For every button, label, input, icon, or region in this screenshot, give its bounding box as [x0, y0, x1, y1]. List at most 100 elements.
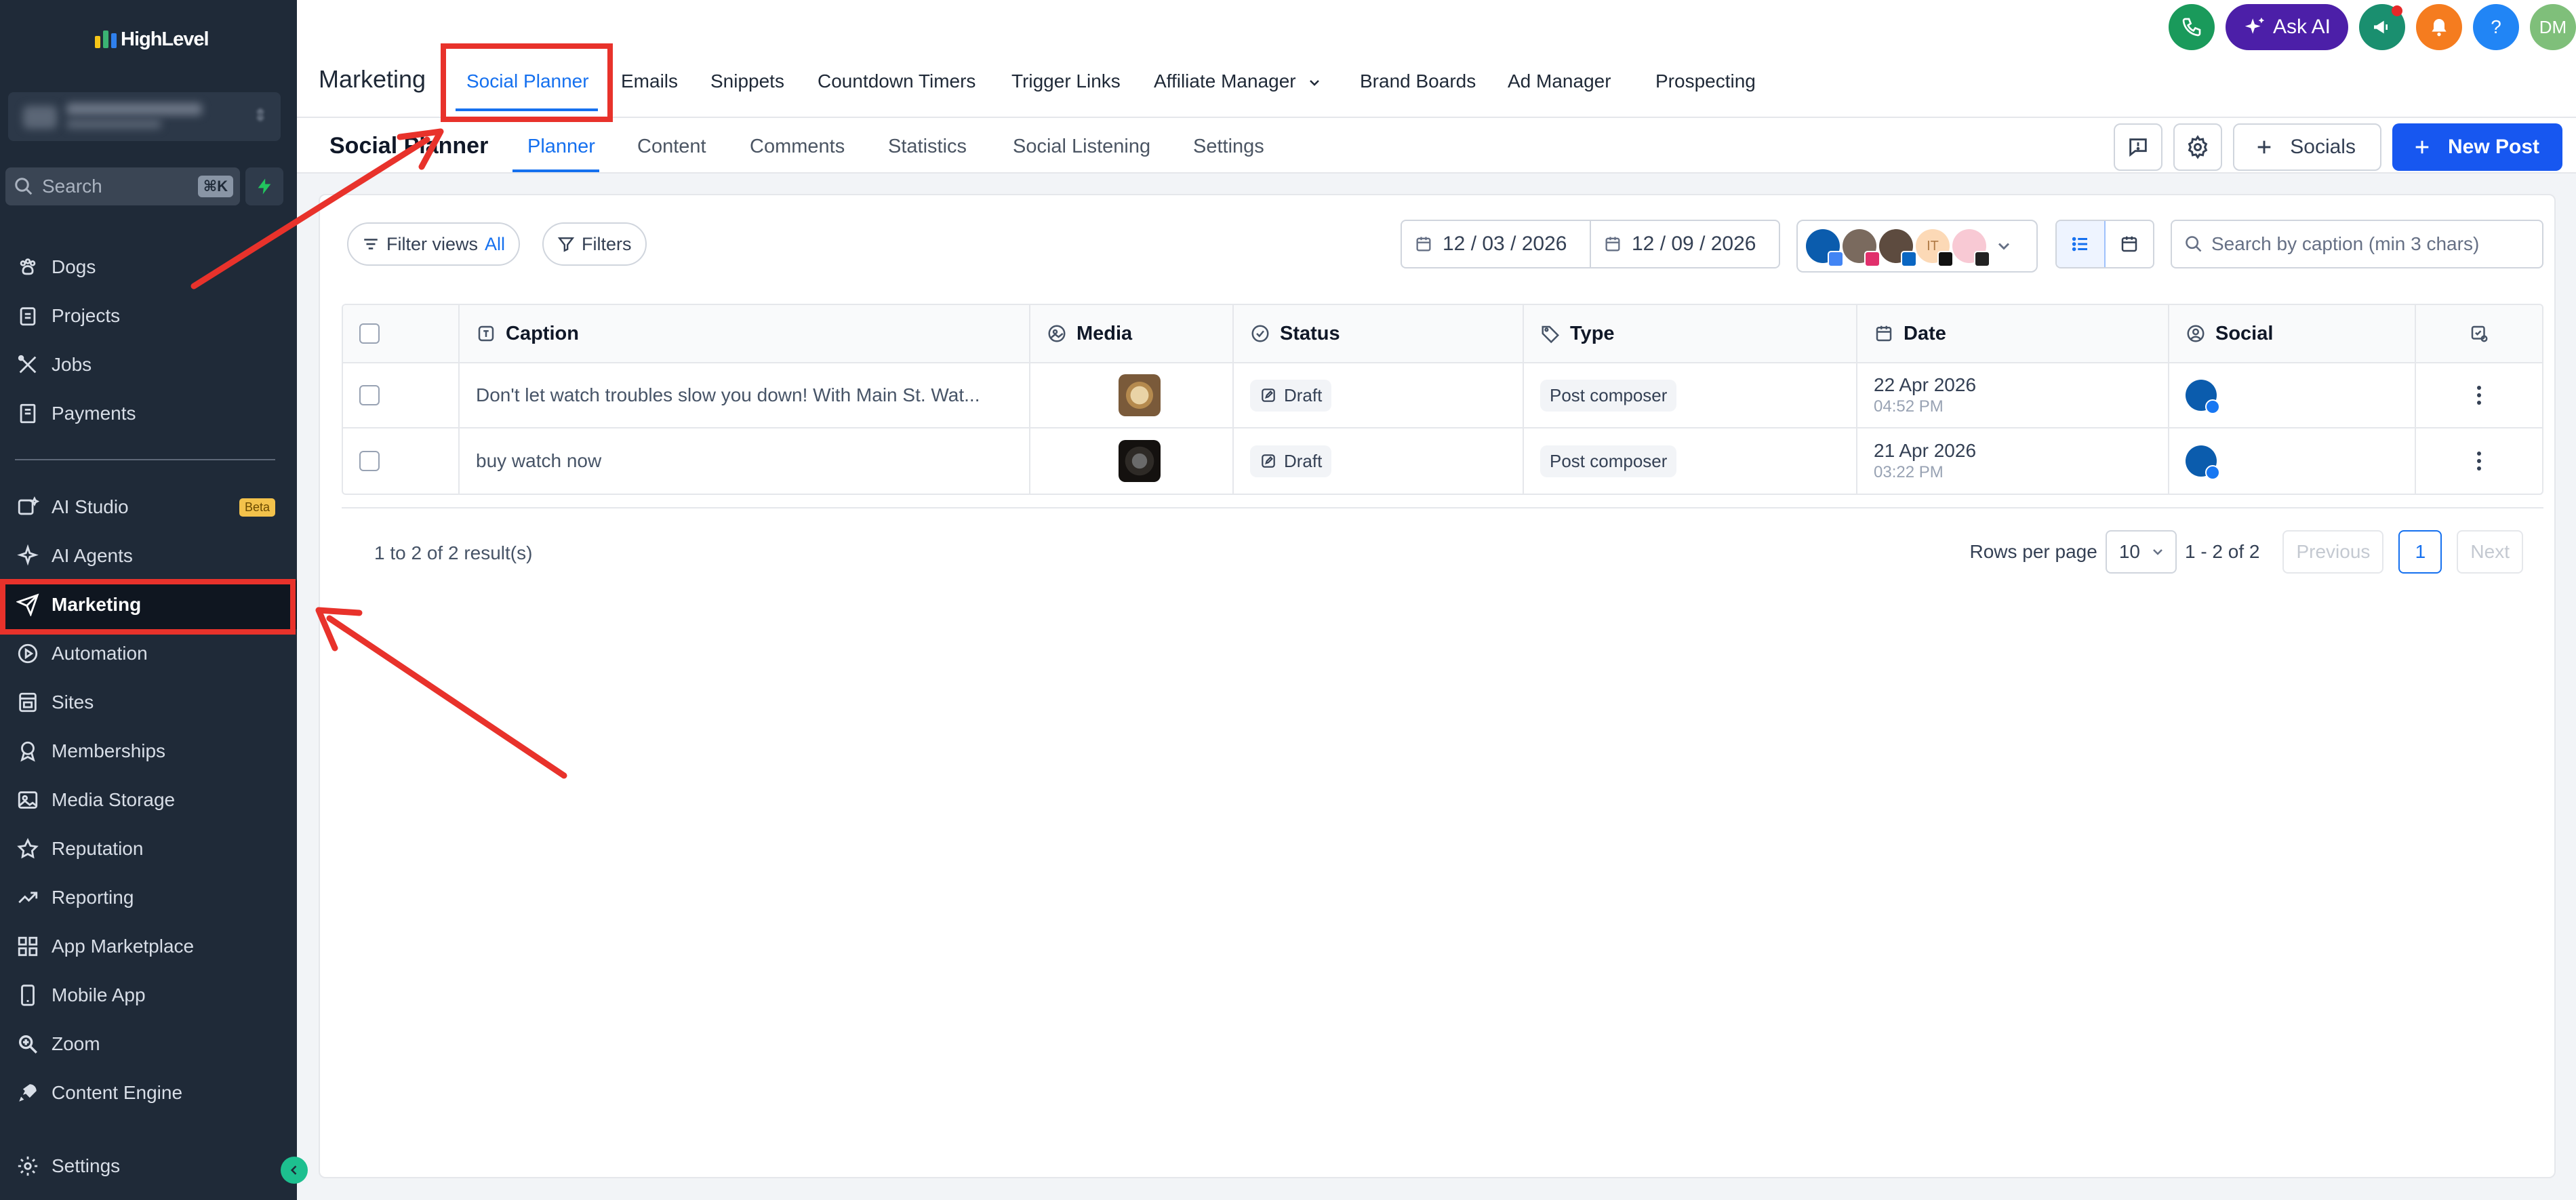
more-vertical-icon[interactable] — [2477, 452, 2481, 471]
more-vertical-icon[interactable] — [2477, 386, 2481, 405]
start-date[interactable]: 12 / 03 / 2026 — [1402, 221, 1590, 267]
tab-trigger-links[interactable]: Trigger Links — [1011, 71, 1121, 92]
sidebar-item-label: Jobs — [52, 354, 92, 375]
sidebar-item-ai-agents[interactable]: AI Agents — [0, 532, 297, 580]
subtab-statistics[interactable]: Statistics — [888, 136, 967, 158]
column-caption[interactable]: Caption — [460, 305, 1030, 362]
caption-cell[interactable]: buy watch now — [460, 428, 1030, 494]
filters-button[interactable]: Filters — [542, 222, 647, 266]
column-settings[interactable] — [2416, 305, 2542, 362]
new-post-label: New Post — [2447, 136, 2539, 158]
chevron-down-icon — [2153, 549, 2162, 555]
sidebar-item-ai-studio[interactable]: AI Studio Beta — [0, 483, 297, 532]
media-thumbnail[interactable] — [1119, 374, 1161, 416]
sidebar-item-media-storage[interactable]: Media Storage — [0, 776, 297, 824]
sidebar-item-automation[interactable]: Automation — [0, 629, 297, 678]
date-range-picker[interactable]: 12 / 03 / 2026 12 / 09 / 2026 — [1401, 220, 1780, 268]
column-date[interactable]: Date — [1857, 305, 2169, 362]
end-date[interactable]: 12 / 09 / 2026 — [1590, 221, 1779, 267]
sidebar-item-label: Mobile App — [52, 984, 146, 1005]
table-row[interactable]: buy watch now Draft Post composer 21 Apr… — [343, 428, 2542, 494]
status-text: Draft — [1284, 384, 1323, 405]
user-avatar[interactable]: DM — [2530, 4, 2576, 50]
sidebar-item-settings[interactable]: Settings — [0, 1142, 297, 1191]
tab-ad-manager[interactable]: Ad Manager — [1508, 71, 1611, 92]
select-all-checkbox[interactable] — [359, 323, 380, 344]
tiktok-icon — [1937, 251, 1954, 267]
sidebar-item-reputation[interactable]: Reputation — [0, 824, 297, 873]
column-type[interactable]: Type — [1524, 305, 1857, 362]
help-button[interactable]: ? — [2473, 4, 2519, 50]
planner-card: Filter views All Filters 12 / 03 / 2026 … — [319, 194, 2556, 1178]
subtab-planner[interactable]: Planner — [527, 136, 595, 158]
tab-countdown-timers[interactable]: Countdown Timers — [818, 71, 975, 92]
plus-icon — [2415, 140, 2429, 154]
social-account-avatar — [2186, 445, 2220, 480]
social-accounts-picker[interactable]: IT — [1796, 220, 2038, 273]
collapse-sidebar-button[interactable] — [281, 1157, 308, 1184]
tab-emails[interactable]: Emails — [621, 71, 678, 92]
trend-icon — [18, 892, 38, 904]
filter-views-button[interactable]: Filter views All — [347, 222, 521, 266]
calendar-view-button[interactable] — [2106, 221, 2153, 267]
sidebar-item-jobs[interactable]: Jobs — [0, 340, 297, 389]
sidebar-item-sites[interactable]: Sites — [0, 678, 297, 727]
column-media[interactable]: Media — [1030, 305, 1234, 362]
sidebar-item-label: Content Engine — [52, 1082, 183, 1103]
highlight-marketing-item — [0, 579, 296, 635]
quick-actions-button[interactable] — [245, 167, 283, 205]
sidebar-item-dogs[interactable]: Dogs — [0, 243, 297, 292]
page-1-button[interactable]: 1 — [2398, 530, 2442, 574]
next-page-button[interactable]: Next — [2457, 530, 2523, 574]
column-status[interactable]: Status — [1234, 305, 1524, 362]
subtab-content[interactable]: Content — [637, 136, 706, 158]
search-shortcut: ⌘K — [197, 176, 233, 197]
sidebar-item-projects[interactable]: Projects — [0, 292, 297, 340]
row-select-cell — [343, 363, 460, 427]
sidebar-item-payments[interactable]: Payments — [0, 389, 297, 438]
rocket-icon — [19, 1084, 37, 1102]
tab-prospecting[interactable]: Prospecting — [1655, 71, 1756, 92]
row-checkbox[interactable] — [359, 451, 380, 471]
rows-per-page-label: Rows per page — [1969, 541, 2097, 562]
table-row[interactable]: Don't let watch troubles slow you down! … — [343, 363, 2542, 428]
status-cell: Draft — [1234, 428, 1524, 494]
ask-ai-button[interactable]: Ask AI — [2225, 4, 2348, 50]
previous-page-button[interactable]: Previous — [2282, 530, 2384, 574]
feedback-button[interactable] — [2114, 123, 2163, 171]
user-initials: DM — [2539, 16, 2567, 37]
sidebar-item-mobile-app[interactable]: Mobile App — [0, 971, 297, 1020]
sidebar-item-zoom[interactable]: Zoom — [0, 1020, 297, 1068]
rows-per-page-select[interactable]: 10 — [2105, 530, 2177, 574]
highlevel-logo[interactable]: HighLevel — [95, 27, 209, 52]
socials-button[interactable]: Socials — [2233, 123, 2381, 171]
subtab-comments[interactable]: Comments — [750, 136, 845, 158]
tab-affiliate-manager[interactable]: Affiliate Manager — [1154, 71, 1323, 92]
message-alert-icon — [2129, 138, 2147, 157]
media-thumbnail[interactable] — [1119, 440, 1161, 482]
phone-button[interactable] — [2168, 4, 2215, 50]
notifications-button[interactable] — [2416, 4, 2462, 50]
sidebar-item-content-engine[interactable]: Content Engine — [0, 1068, 297, 1117]
settings-button[interactable] — [2173, 123, 2223, 171]
time-text: 03:22 PM — [1874, 463, 1944, 481]
sidebar-item-memberships[interactable]: Memberships — [0, 727, 297, 776]
star-icon — [17, 837, 39, 859]
column-social[interactable]: Social — [2169, 305, 2416, 362]
subtab-social-listening[interactable]: Social Listening — [1013, 136, 1150, 158]
list-view-button[interactable] — [2057, 221, 2106, 267]
tab-brand-boards[interactable]: Brand Boards — [1360, 71, 1476, 92]
sidebar-item-app-marketplace[interactable]: App Marketplace — [0, 922, 297, 971]
row-checkbox[interactable] — [359, 385, 380, 405]
caption-cell[interactable]: Don't let watch troubles slow you down! … — [460, 363, 1030, 427]
account-switcher[interactable]: ⇕ — [8, 92, 281, 141]
new-post-button[interactable]: New Post — [2392, 123, 2562, 171]
type-text: Post composer — [1550, 450, 1668, 471]
sidebar-item-reporting[interactable]: Reporting — [0, 873, 297, 922]
subtab-settings[interactable]: Settings — [1193, 136, 1264, 158]
filters-label: Filters — [582, 233, 632, 254]
tab-snippets[interactable]: Snippets — [710, 71, 784, 92]
caption-search-input[interactable]: Search by caption (min 3 chars) — [2171, 220, 2543, 268]
announcements-button[interactable] — [2359, 4, 2405, 50]
sidebar-search[interactable]: Search ⌘K — [5, 167, 240, 205]
